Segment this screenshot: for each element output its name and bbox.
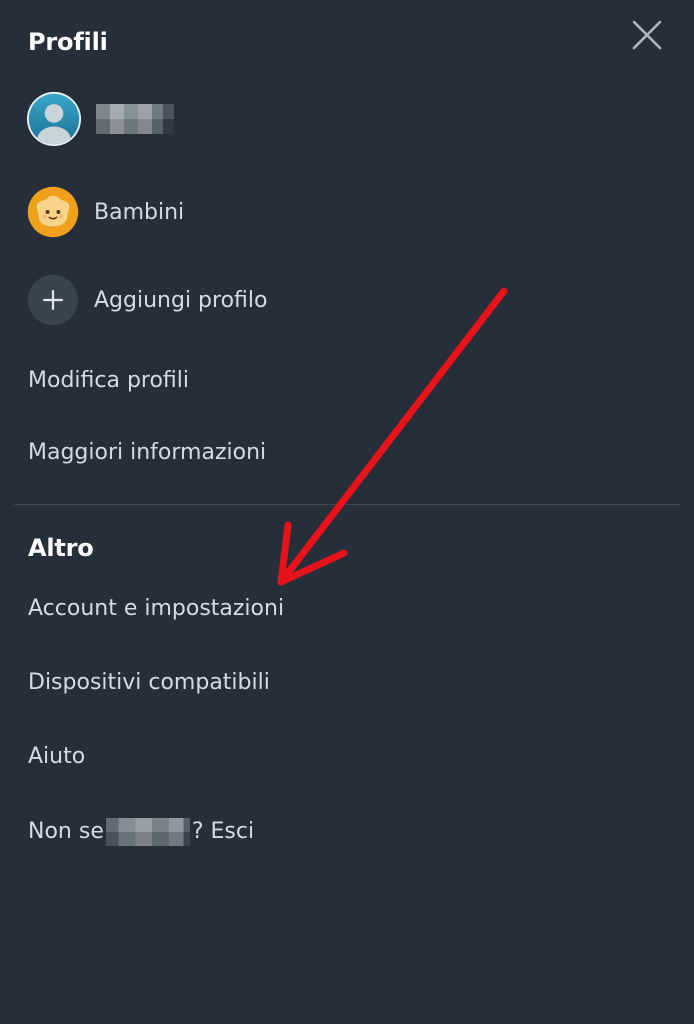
signout-prefix: Non se (28, 819, 104, 844)
section-divider (14, 504, 680, 505)
profile-item-user[interactable] (26, 89, 188, 149)
edit-profiles-link[interactable]: Modifica profili (28, 368, 189, 393)
profiles-heading: Profili (28, 28, 108, 56)
add-profile-label: Aggiungi profilo (94, 287, 268, 313)
redacted-profile-name (96, 104, 174, 134)
help-link[interactable]: Aiuto (28, 744, 85, 769)
profile-menu-panel: Profili Bambini Aggiungi profilo Modific… (0, 0, 694, 1024)
more-info-link[interactable]: Maggiori informazioni (28, 440, 266, 465)
add-profile-button[interactable]: Aggiungi profilo (26, 270, 267, 330)
close-icon (632, 20, 662, 50)
altro-heading: Altro (28, 534, 94, 562)
plus-icon (27, 274, 79, 326)
compatible-devices-link[interactable]: Dispositivi compatibili (28, 670, 270, 695)
profile-item-kids[interactable]: Bambini (26, 182, 184, 242)
signout-link[interactable]: Non se ? Esci (28, 818, 254, 846)
close-button[interactable] (628, 16, 668, 56)
redacted-user-name (105, 818, 190, 846)
annotation-arrow (277, 287, 508, 586)
profile-name-kids: Bambini (94, 199, 185, 225)
account-settings-link[interactable]: Account e impostazioni (28, 596, 284, 621)
user-avatar-icon (26, 91, 82, 147)
signout-suffix: ? Esci (191, 819, 255, 844)
kids-avatar-icon (27, 186, 79, 238)
